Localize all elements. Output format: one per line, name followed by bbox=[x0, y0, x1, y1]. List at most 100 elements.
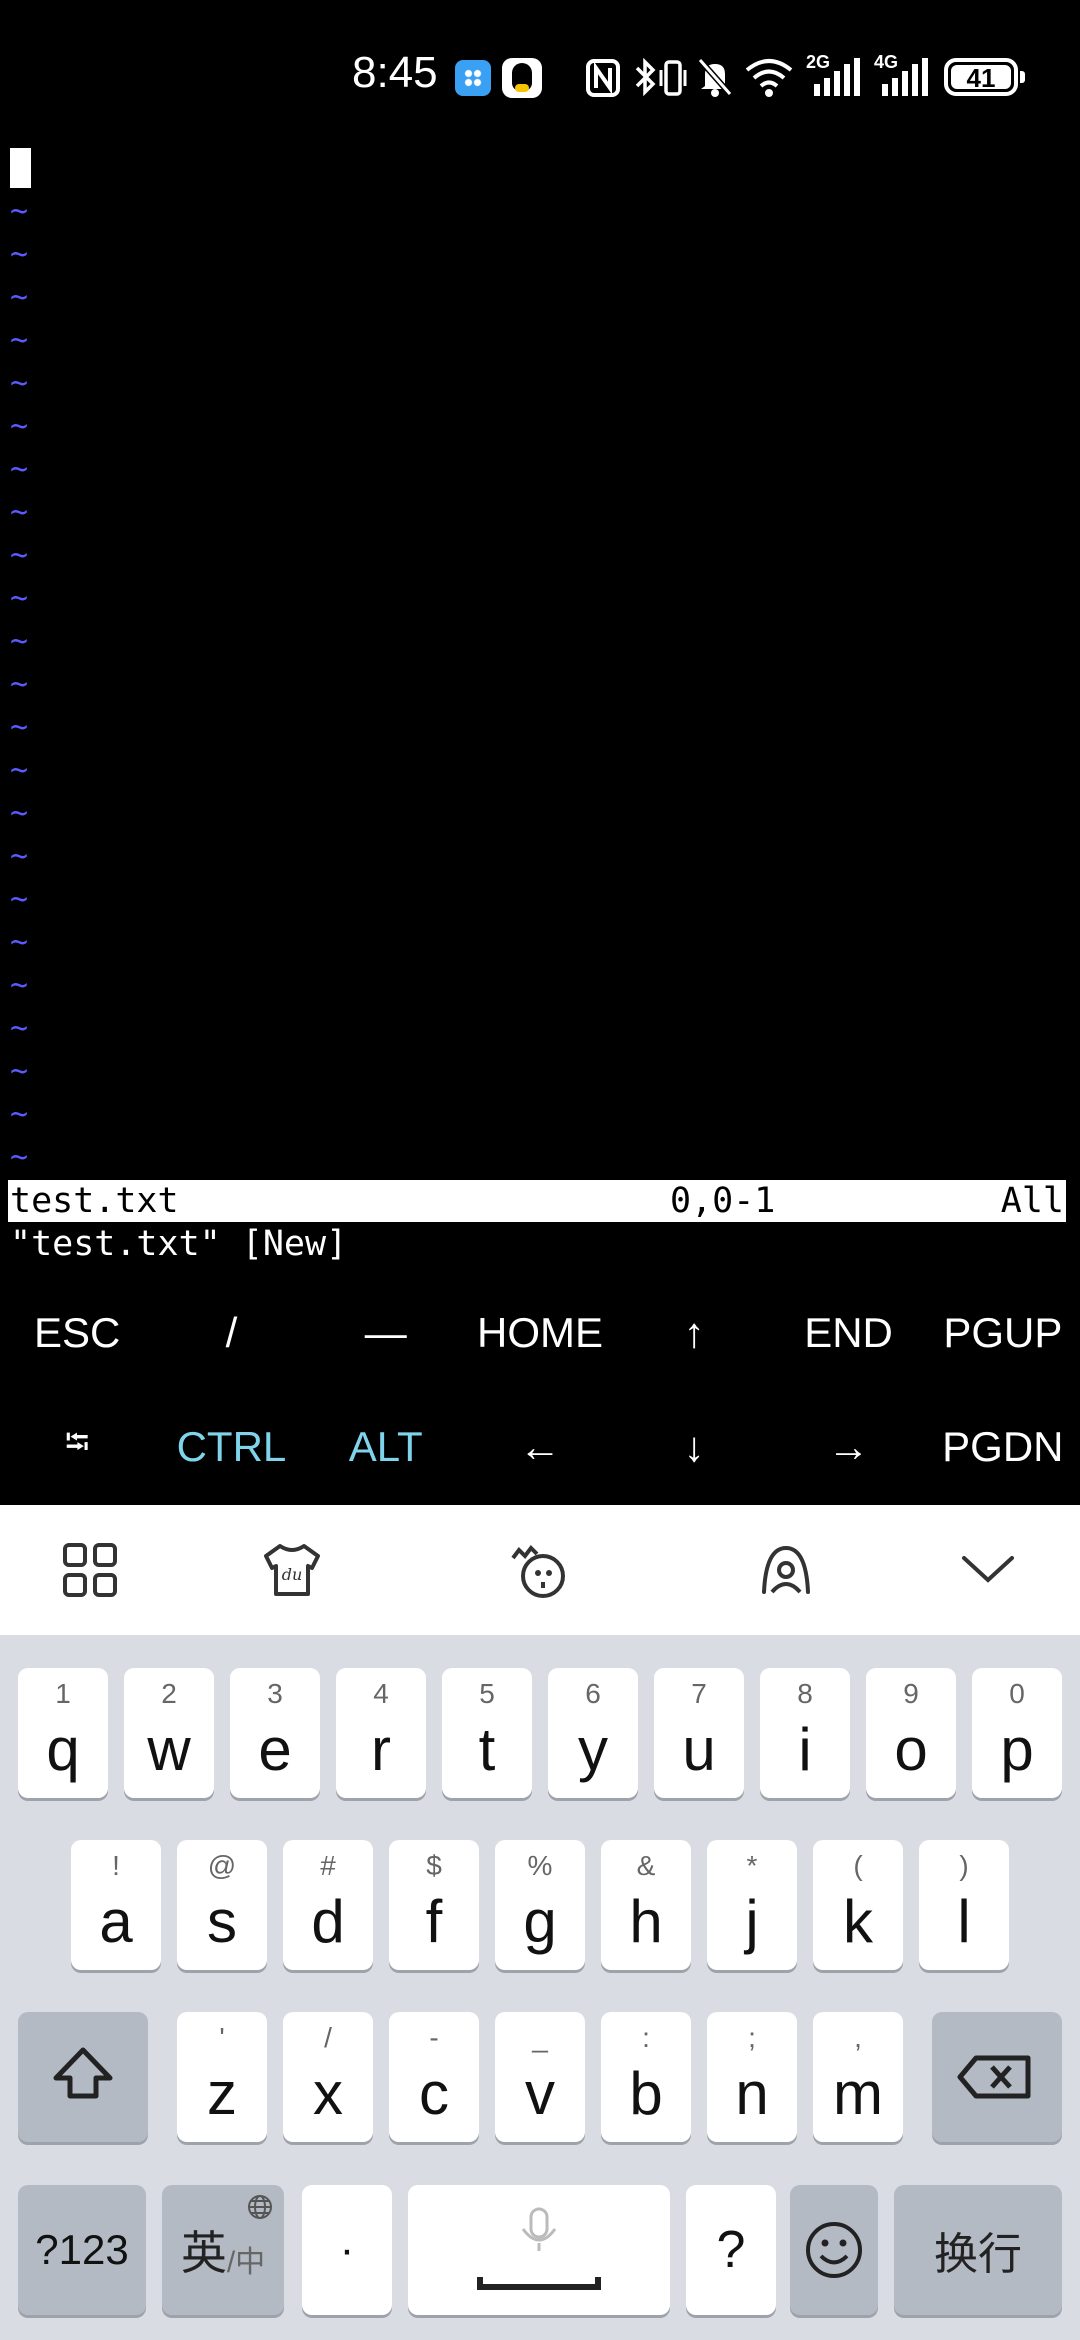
vim-message-line: "test.txt" [New] bbox=[10, 1224, 348, 1264]
symbols-key[interactable]: ?123 bbox=[18, 2185, 146, 2315]
tilde-line: ~ bbox=[10, 1097, 29, 1132]
key-main-label: t bbox=[478, 1716, 496, 1783]
key-s[interactable]: @ s bbox=[177, 1840, 267, 1970]
tilde-line: ~ bbox=[10, 538, 29, 573]
tilde-line: ~ bbox=[10, 280, 29, 315]
key-main-label: b bbox=[629, 2060, 663, 2127]
key-p[interactable]: 0p bbox=[972, 1668, 1062, 1798]
end-key[interactable]: END bbox=[771, 1278, 925, 1388]
key-t[interactable]: 5t bbox=[442, 1668, 532, 1798]
key-i[interactable]: 8i bbox=[760, 1668, 850, 1798]
key-h[interactable]: & h bbox=[601, 1840, 691, 1970]
key-main-label: p bbox=[1000, 1716, 1034, 1783]
key-sub-label: ; bbox=[748, 2022, 756, 2053]
tilde-line: ~ bbox=[10, 968, 29, 1003]
key-main-label: l bbox=[957, 1888, 971, 1955]
skin-icon[interactable]: du bbox=[262, 1540, 322, 1600]
key-sub-label: 9 bbox=[903, 1678, 919, 1709]
space-key[interactable] bbox=[408, 2185, 670, 2315]
empty-line-markers: ~~~~~~~~~~~~~~~~~~~~~~~~ bbox=[10, 190, 28, 1222]
arrow-left-key[interactable]: ← bbox=[463, 1392, 617, 1502]
key-sub-label: 7 bbox=[691, 1678, 707, 1709]
ctrl-key[interactable]: CTRL bbox=[154, 1392, 308, 1502]
emoji-face-icon[interactable] bbox=[507, 1540, 567, 1600]
key-x[interactable]: / x bbox=[283, 2012, 373, 2142]
key-k[interactable]: (k bbox=[813, 1840, 903, 1970]
qq-icon bbox=[502, 58, 542, 98]
battery-icon: 41 bbox=[944, 58, 1025, 96]
key-sub-label: ! bbox=[112, 1850, 120, 1881]
home-key[interactable]: HOME bbox=[463, 1278, 617, 1388]
shift-key[interactable] bbox=[18, 2012, 148, 2142]
grid-menu-icon[interactable] bbox=[60, 1540, 120, 1600]
key-main-label: m bbox=[833, 2060, 883, 2127]
status-time: 8:45 bbox=[352, 48, 438, 97]
key-o[interactable]: 9o bbox=[866, 1668, 956, 1798]
key-g[interactable]: % g bbox=[495, 1840, 585, 1970]
enter-key[interactable]: 换行 bbox=[894, 2185, 1062, 2315]
key-main-label: y bbox=[578, 1716, 608, 1783]
question-key[interactable]: ? bbox=[686, 2185, 776, 2315]
key-l[interactable]: ) l bbox=[919, 1840, 1009, 1970]
pgup-key[interactable]: PGUP bbox=[926, 1278, 1080, 1388]
key-main-label: i bbox=[798, 1716, 812, 1783]
language-switch-key[interactable]: 英/中 bbox=[162, 2185, 284, 2315]
tilde-line: ~ bbox=[10, 839, 29, 874]
wifi-icon bbox=[745, 59, 793, 97]
slash-key[interactable]: / bbox=[154, 1278, 308, 1388]
key-a[interactable]: ! a bbox=[71, 1840, 161, 1970]
key-q[interactable]: 1q bbox=[18, 1668, 108, 1798]
question-key-label: ? bbox=[716, 2221, 746, 2279]
key-c[interactable]: -c bbox=[389, 2012, 479, 2142]
key-y[interactable]: 6y bbox=[548, 1668, 638, 1798]
key-main-label: a bbox=[99, 1888, 133, 1955]
statusline-scroll: All bbox=[1000, 1181, 1064, 1221]
key-sub-label: % bbox=[527, 1850, 553, 1881]
key-e[interactable]: 3e bbox=[230, 1668, 320, 1798]
key-j[interactable]: * j bbox=[707, 1840, 797, 1970]
key-n[interactable]: ; n bbox=[707, 2012, 797, 2142]
key-sub-label: ) bbox=[959, 1850, 969, 1881]
symbols-key-label: ?123 bbox=[35, 2226, 129, 2273]
alt-key[interactable]: ALT bbox=[309, 1392, 463, 1502]
emoji-key[interactable] bbox=[790, 2185, 878, 2315]
vim-statusline: test.txt 0,0-1 All bbox=[8, 1180, 1066, 1222]
key-sub-label: ( bbox=[853, 1850, 863, 1881]
tilde-line: ~ bbox=[10, 237, 29, 272]
esc-key[interactable]: ESC bbox=[0, 1278, 154, 1388]
tilde-line: ~ bbox=[10, 753, 29, 788]
key-sub-label: & bbox=[636, 1850, 656, 1881]
key-z[interactable]: ' z bbox=[177, 2012, 267, 2142]
key-d[interactable]: # d bbox=[283, 1840, 373, 1970]
key-u[interactable]: 7u bbox=[654, 1668, 744, 1798]
lang-key-english: 英 bbox=[180, 2227, 227, 2279]
arrow-up-key[interactable]: ↑ bbox=[617, 1278, 771, 1388]
extra-keys-row-2: ⭾ CTRL ALT ← ↓ → PGDN bbox=[0, 1392, 1080, 1502]
tilde-line: ~ bbox=[10, 452, 29, 487]
key-sub-label: - bbox=[429, 2022, 439, 2053]
dot-key[interactable]: · bbox=[302, 2185, 392, 2315]
key-sub-label: / bbox=[324, 2022, 332, 2053]
key-v[interactable]: _ v bbox=[495, 2012, 585, 2142]
key-f[interactable]: $ f bbox=[389, 1840, 479, 1970]
handwriting-icon[interactable] bbox=[756, 1540, 816, 1600]
key-sub-label: ' bbox=[219, 2022, 225, 2053]
key-main-label: q bbox=[46, 1716, 80, 1783]
backspace-icon bbox=[957, 2055, 1031, 2099]
backspace-key[interactable] bbox=[932, 2012, 1062, 2142]
key-b[interactable]: :b bbox=[601, 2012, 691, 2142]
key-m[interactable]: ,m bbox=[813, 2012, 903, 2142]
dash-key[interactable]: — bbox=[309, 1278, 463, 1388]
key-sub-label: 3 bbox=[267, 1678, 283, 1709]
statusline-position: 0,0-1 bbox=[670, 1181, 776, 1221]
key-w[interactable]: 2w bbox=[124, 1668, 214, 1798]
tab-key[interactable]: ⭾ bbox=[0, 1392, 154, 1502]
key-main-label: j bbox=[745, 1888, 759, 1955]
pgdn-key[interactable]: PGDN bbox=[926, 1392, 1080, 1502]
keyboard-toolbar: du bbox=[0, 1505, 1080, 1635]
collapse-chevron-icon[interactable] bbox=[958, 1540, 1018, 1600]
dot-key-label: · bbox=[339, 2225, 355, 2274]
arrow-right-key[interactable]: → bbox=[771, 1392, 925, 1502]
arrow-down-key[interactable]: ↓ bbox=[617, 1392, 771, 1502]
key-r[interactable]: 4r bbox=[336, 1668, 426, 1798]
